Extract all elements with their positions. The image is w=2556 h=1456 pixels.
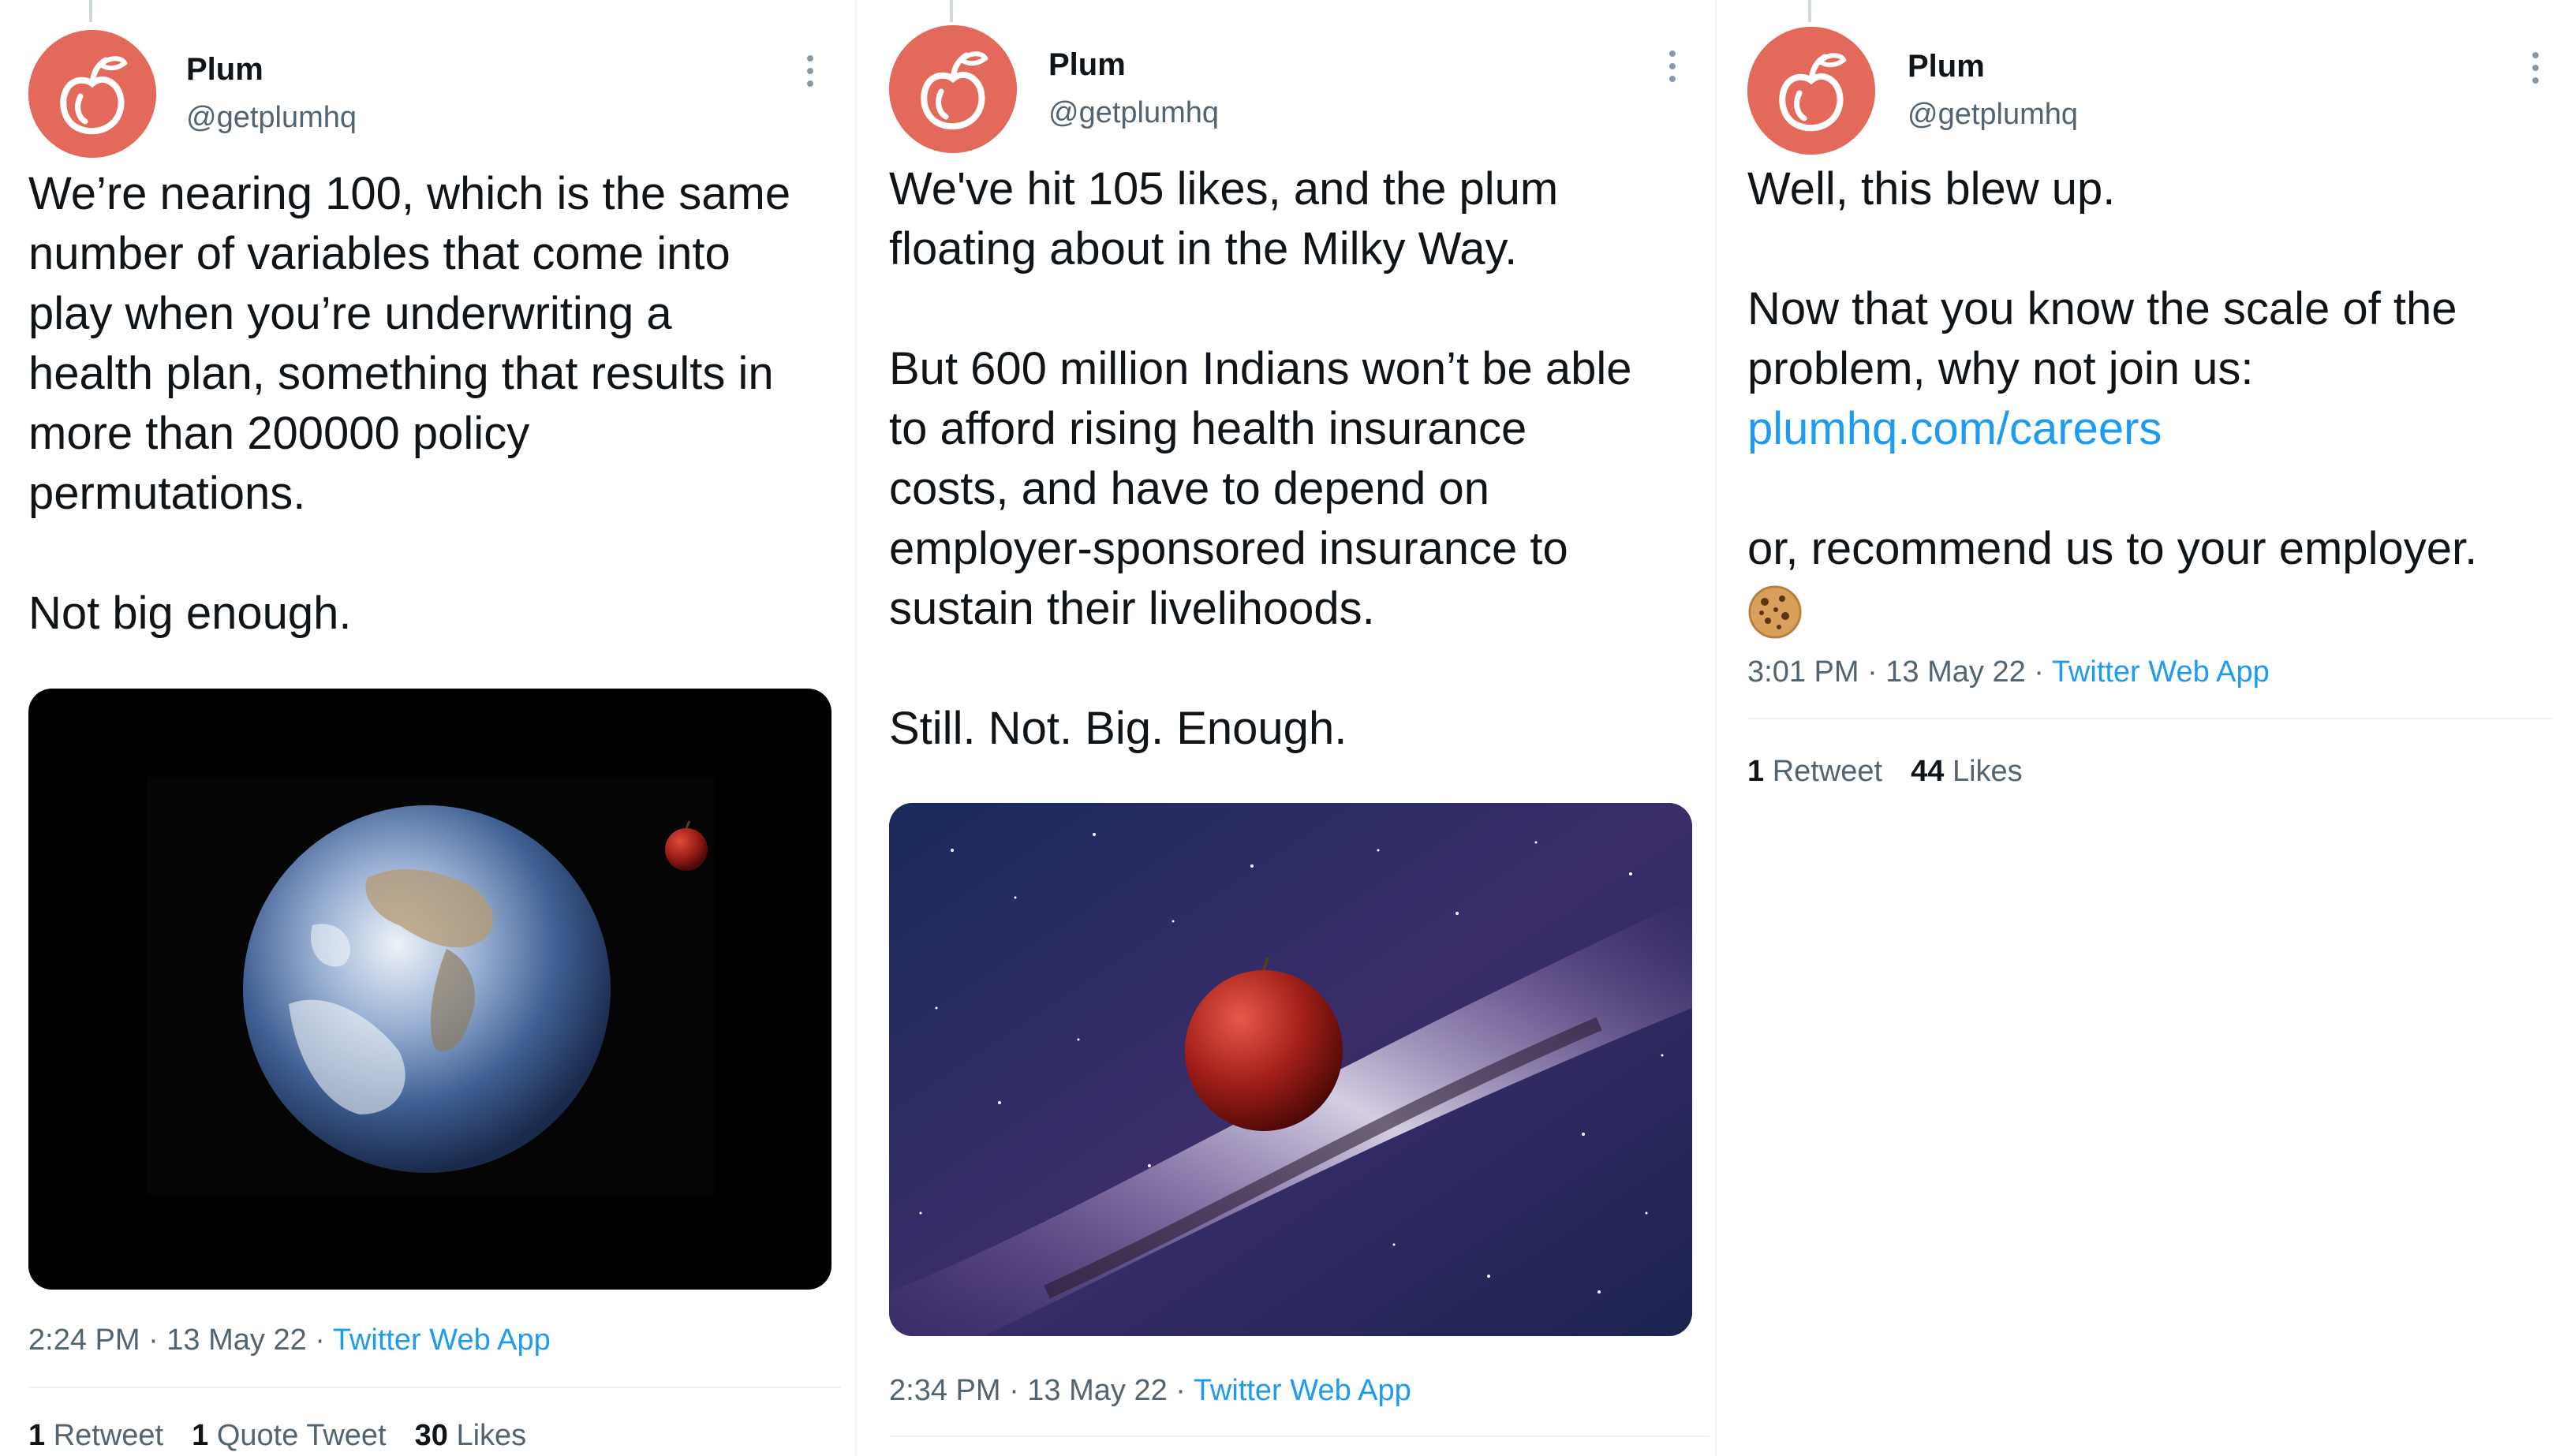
tweet-image[interactable] [889,803,1692,1336]
retweets-count: 1 [28,1419,46,1452]
engagement-stats: 1 Retweet 1 Quote Tweet 30 Likes [28,1417,555,1454]
plum-logo-icon [28,30,156,158]
source-link[interactable]: Twitter Web App [333,1323,551,1357]
divider [1747,718,2552,719]
tweet-2: Plum @getplumhq We've hit 105 likes, and… [855,0,1715,1456]
thread-connector-line [89,0,92,22]
tweet-3: Plum @getplumhq Well, this blew up. Now … [1715,0,2556,1456]
thread-connector-line [950,0,953,22]
likes-label: Likes [1952,755,2023,788]
divider [889,1435,1710,1437]
more-options-icon[interactable] [1665,46,1680,93]
thread-connector-line [1808,0,1811,22]
timestamp-text[interactable]: 3:01 PM · 13 May 22 · [1747,655,2052,689]
tweet-image[interactable] [28,689,831,1290]
likes-stat[interactable]: 30 Likes [415,1419,527,1452]
quote-tweets-stat[interactable]: 1 Quote Tweet [192,1419,386,1452]
engagement-stats: 1 Retweet 44 Likes [1747,753,2051,790]
avatar[interactable] [1747,27,1875,155]
likes-label: Likes [456,1419,527,1452]
author-name[interactable]: Plum [186,50,263,88]
retweets-label: Retweet [1772,755,1883,788]
divider [28,1387,841,1388]
plum-logo-icon [889,25,1017,153]
author-name[interactable]: Plum [1908,47,1985,85]
retweets-stat[interactable]: 1 Retweet [1747,755,1882,788]
tweet-text-intro: Well, this blew up. Now that you know th… [1747,163,2457,394]
avatar[interactable] [28,30,156,158]
source-link[interactable]: Twitter Web App [2052,655,2270,689]
quotes-count: 1 [192,1419,209,1452]
tweet-timestamp: 2:34 PM · 13 May 22 · Twitter Web App [889,1372,1411,1409]
retweets-label: Retweet [53,1419,164,1452]
source-link[interactable]: Twitter Web App [1194,1374,1411,1407]
timestamp-text[interactable]: 2:34 PM · 13 May 22 · [889,1374,1194,1407]
more-options-icon[interactable] [802,50,818,98]
cookie-emoji [1747,584,1803,640]
timestamp-text[interactable]: 2:24 PM · 13 May 22 · [28,1323,333,1357]
likes-count: 30 [414,1419,448,1452]
plum-logo-icon [1747,27,1875,155]
tweet-text: Well, this blew up. Now that you know th… [1747,159,2552,640]
careers-link[interactable]: plumhq.com/careers [1747,403,2162,454]
tweet-1: Plum @getplumhq We’re nearing 100, which… [0,0,855,1456]
more-options-icon[interactable] [2528,47,2543,95]
author-handle[interactable]: @getplumhq [186,99,357,136]
retweets-count: 1 [1747,755,1765,788]
tweet-timestamp: 2:24 PM · 13 May 22 · Twitter Web App [28,1322,551,1358]
quotes-label: Quote Tweet [216,1419,387,1452]
tweet-timestamp: 3:01 PM · 13 May 22 · Twitter Web App [1747,654,2270,690]
author-handle[interactable]: @getplumhq [1048,95,1219,131]
likes-count: 44 [1911,755,1945,788]
likes-stat[interactable]: 44 Likes [1911,755,2023,788]
author-name[interactable]: Plum [1048,46,1126,84]
author-handle[interactable]: @getplumhq [1908,96,2078,133]
tweet-text: We've hit 105 likes, and the plum floati… [889,163,1632,754]
retweets-stat[interactable]: 1 Retweet [28,1419,163,1452]
plum-in-milky-way-image [889,803,1692,1336]
cookie-icon [1748,585,1802,639]
earth-and-plum-image [147,777,715,1195]
tweet-text: We’re nearing 100, which is the same num… [28,168,791,639]
avatar[interactable] [889,25,1017,153]
tweet-text-outro: or, recommend us to your employer. [1747,523,2478,574]
